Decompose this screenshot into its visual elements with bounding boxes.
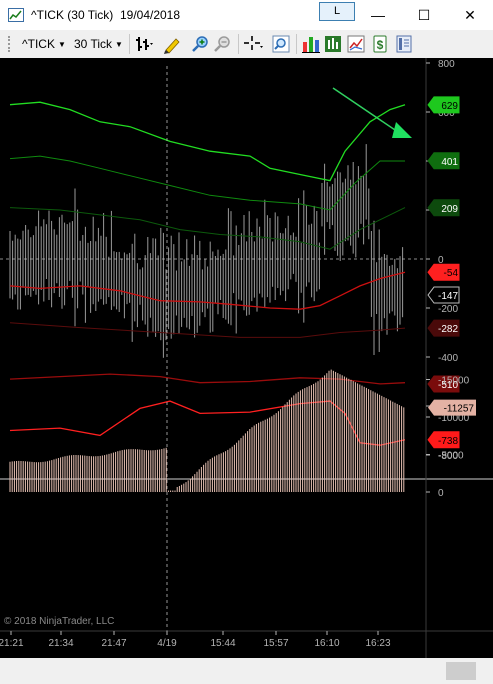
svg-text:$: $ (377, 38, 384, 52)
price-axis-label: -400 (438, 353, 458, 364)
strategies-icon[interactable] (323, 34, 343, 54)
price-marker-label: -147 (438, 291, 458, 302)
drawing-tool-icon[interactable] (162, 34, 182, 54)
chart-canvas[interactable]: 8006004002000-200-400-600-800629401209-5… (0, 58, 493, 684)
upper-band-line (9, 101, 406, 182)
instrument-label: ^TICK (22, 37, 55, 51)
toolbar-separator (238, 34, 239, 54)
cumulative-axis-label: -15000 (438, 376, 470, 387)
properties-icon[interactable] (394, 34, 414, 54)
toolbar-separator (129, 34, 130, 54)
cumulative-marker-label: -11257 (444, 404, 475, 415)
copyright-label: © 2018 NinjaTrader, LLC (4, 616, 114, 627)
indicators-icon[interactable] (301, 34, 321, 54)
time-axis-label: 21:21 (0, 638, 24, 649)
price-axis-label: -200 (438, 304, 458, 315)
time-axis-label: 16:10 (314, 638, 339, 649)
chart-toolbar: ^TICK ▼ 30 Tick ▼ $ (0, 30, 493, 59)
horizontal-scrollbar[interactable] (0, 658, 493, 684)
trade-icon[interactable]: $ (370, 34, 390, 54)
price-marker-label: -738 (438, 436, 458, 447)
price-marker-label: 209 (441, 204, 458, 215)
cumulative-tick-bars (9, 369, 405, 492)
price-marker-label: -54 (444, 268, 459, 279)
close-button[interactable]: ✕ (447, 0, 493, 30)
window-title: ^TICK (30 Tick) 19/04/2018 (31, 8, 181, 22)
trend-arrow-head (392, 122, 412, 138)
price-marker-label: -282 (438, 324, 458, 335)
zoom-out-icon[interactable] (213, 34, 233, 54)
interval-label: 30 Tick (74, 37, 113, 51)
price-marker-label: 629 (441, 101, 458, 112)
cumulative-axis-label: -5000 (438, 451, 464, 462)
templates-icon[interactable] (346, 34, 366, 54)
price-axis-label: 800 (438, 59, 455, 70)
crosshair-icon[interactable] (243, 34, 263, 54)
time-axis-label: 16:23 (365, 638, 390, 649)
maximize-button[interactable]: ☐ (401, 0, 447, 30)
time-axis-label: 15:57 (263, 638, 288, 649)
interval-selector[interactable]: 30 Tick ▼ (74, 35, 123, 53)
link-button[interactable]: L (319, 2, 355, 21)
instrument-selector[interactable]: ^TICK ▼ (22, 35, 66, 53)
lower-band-line (9, 400, 406, 446)
minimize-button[interactable]: — (355, 0, 401, 30)
chart-app-icon (8, 8, 24, 22)
price-markers: 629401209-54-147-282-510-738 (427, 96, 460, 449)
chart-window: ^TICK (30 Tick) 19/04/2018 L — ☐ ✕ ^TICK… (0, 0, 493, 684)
toolbar-separator (296, 34, 297, 54)
chevron-down-icon: ▼ (57, 40, 66, 49)
time-axis: 21:21 21:34 21:47 4/19 15:44 15:57 16:10 16:23 (0, 631, 391, 649)
time-axis-label: 21:47 (101, 638, 126, 649)
time-axis-label: 15:44 (210, 638, 235, 649)
title-bar[interactable]: ^TICK (30 Tick) 19/04/2018 L — ☐ ✕ (0, 0, 493, 30)
lower-mid-band-line (9, 322, 406, 338)
tick-chart[interactable]: 8006004002000-200-400-600-800629401209-5… (0, 58, 493, 658)
zoom-in-icon[interactable] (191, 34, 211, 54)
toolbar-grip[interactable] (8, 36, 12, 52)
bar-type-icon[interactable] (134, 34, 154, 54)
cumulative-axis-label: 0 (438, 488, 444, 499)
price-bars (9, 144, 404, 358)
time-axis-label: 4/19 (157, 638, 177, 649)
price-marker-label: 401 (441, 157, 458, 168)
chevron-down-icon: ▼ (115, 40, 123, 49)
lower-inner-band-line (9, 373, 406, 385)
time-axis-label: 21:34 (48, 638, 73, 649)
search-icon[interactable] (271, 34, 291, 54)
scrollbar-thumb[interactable] (446, 662, 476, 680)
